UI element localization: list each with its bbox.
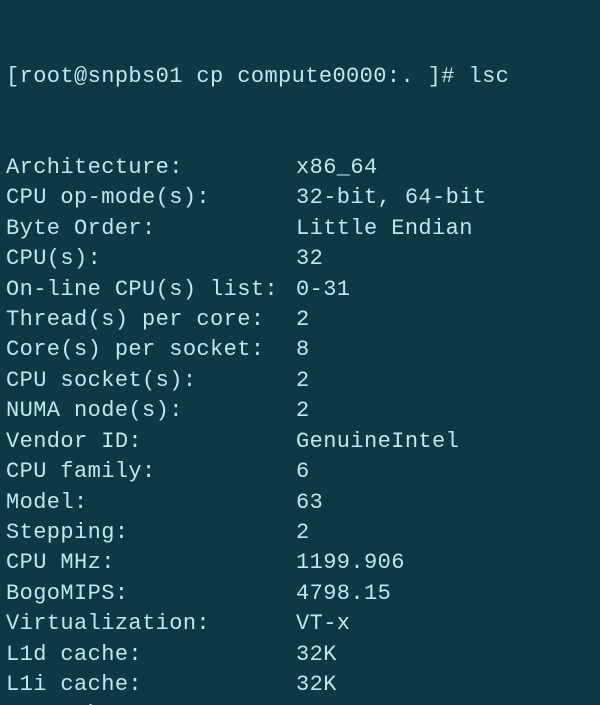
lscpu-row: Core(s) per socket:8: [6, 335, 594, 365]
lscpu-row: Stepping:2: [6, 518, 594, 548]
terminal-output: [root@snpbs01 cp compute0000:. ]# lsc Ar…: [0, 0, 600, 705]
lscpu-value: 256K: [296, 700, 594, 705]
lscpu-label: CPU family:: [6, 457, 296, 487]
lscpu-value: x86_64: [296, 153, 594, 183]
lscpu-value: 8: [296, 335, 594, 365]
lscpu-value: 2: [296, 305, 594, 335]
lscpu-label: L2 cache:: [6, 700, 296, 705]
lscpu-label: CPU op-mode(s):: [6, 183, 296, 213]
lscpu-label: Stepping:: [6, 518, 296, 548]
lscpu-value: 63: [296, 488, 594, 518]
lscpu-label: NUMA node(s):: [6, 396, 296, 426]
lscpu-value: 0-31: [296, 275, 594, 305]
lscpu-value: Little Endian: [296, 214, 594, 244]
lscpu-row: On-line CPU(s) list:0-31: [6, 275, 594, 305]
lscpu-value: 32K: [296, 640, 594, 670]
lscpu-value: 2: [296, 396, 594, 426]
lscpu-row: CPU(s):32: [6, 244, 594, 274]
lscpu-value: 32K: [296, 670, 594, 700]
lscpu-label: L1d cache:: [6, 640, 296, 670]
lscpu-row: BogoMIPS:4798.15: [6, 579, 594, 609]
shell-prompt-line: [root@snpbs01 cp compute0000:. ]# lsc: [6, 62, 594, 92]
lscpu-row: CPU op-mode(s):32-bit, 64-bit: [6, 183, 594, 213]
lscpu-value: GenuineIntel: [296, 427, 594, 457]
lscpu-value: 2: [296, 518, 594, 548]
lscpu-label: Core(s) per socket:: [6, 335, 296, 365]
lscpu-label: Byte Order:: [6, 214, 296, 244]
lscpu-value: 4798.15: [296, 579, 594, 609]
lscpu-value: VT-x: [296, 609, 594, 639]
lscpu-row: Model:63: [6, 488, 594, 518]
lscpu-label: BogoMIPS:: [6, 579, 296, 609]
lscpu-value: 32: [296, 244, 594, 274]
lscpu-row: L1i cache:32K: [6, 670, 594, 700]
lscpu-row: Byte Order:Little Endian: [6, 214, 594, 244]
lscpu-label: CPU MHz:: [6, 548, 296, 578]
lscpu-label: CPU socket(s):: [6, 366, 296, 396]
lscpu-value: 1199.906: [296, 548, 594, 578]
lscpu-rows: Architecture:x86_64CPU op-mode(s):32-bit…: [6, 153, 594, 705]
lscpu-row: CPU socket(s):2: [6, 366, 594, 396]
lscpu-label: CPU(s):: [6, 244, 296, 274]
lscpu-row: Thread(s) per core:2: [6, 305, 594, 335]
lscpu-label: Architecture:: [6, 153, 296, 183]
lscpu-row: L2 cache:256K: [6, 700, 594, 705]
lscpu-row: L1d cache:32K: [6, 640, 594, 670]
lscpu-row: NUMA node(s):2: [6, 396, 594, 426]
lscpu-label: Model:: [6, 488, 296, 518]
lscpu-row: Virtualization:VT-x: [6, 609, 594, 639]
lscpu-label: Virtualization:: [6, 609, 296, 639]
lscpu-label: L1i cache:: [6, 670, 296, 700]
lscpu-row: Architecture:x86_64: [6, 153, 594, 183]
lscpu-value: 2: [296, 366, 594, 396]
lscpu-value: 6: [296, 457, 594, 487]
lscpu-row: Vendor ID:GenuineIntel: [6, 427, 594, 457]
lscpu-label: Thread(s) per core:: [6, 305, 296, 335]
lscpu-label: Vendor ID:: [6, 427, 296, 457]
lscpu-row: CPU MHz:1199.906: [6, 548, 594, 578]
lscpu-value: 32-bit, 64-bit: [296, 183, 594, 213]
lscpu-row: CPU family:6: [6, 457, 594, 487]
lscpu-label: On-line CPU(s) list:: [6, 275, 296, 305]
